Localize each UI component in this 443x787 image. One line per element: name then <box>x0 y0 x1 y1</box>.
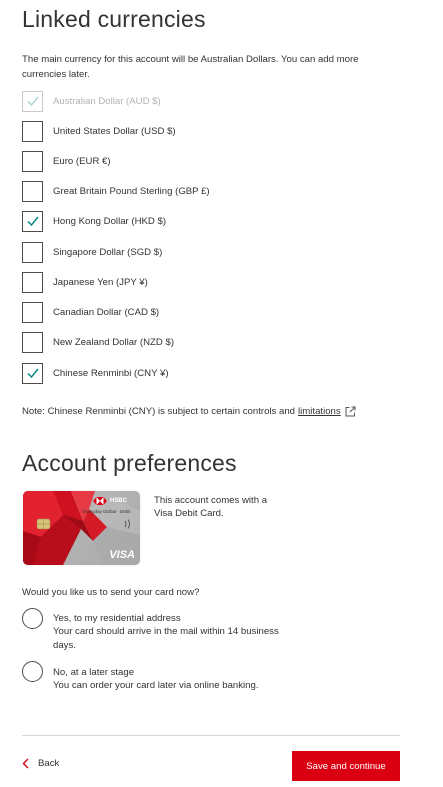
currency-label: Great Britain Pound Sterling (GBP £) <box>53 185 210 197</box>
currency-option-jpy[interactable]: Japanese Yen (JPY ¥) <box>22 271 148 293</box>
checkbox-nzd[interactable] <box>22 331 43 353</box>
radio-option-send-now[interactable]: Yes, to my residential address Your card… <box>22 608 283 653</box>
currency-label: Singapore Dollar (SGD $) <box>53 246 163 258</box>
currency-label: Canadian Dollar (CAD $) <box>53 306 160 318</box>
external-link-icon[interactable] <box>345 406 356 417</box>
checkbox-gbp[interactable] <box>22 180 43 202</box>
currency-label: Australian Dollar (AUD $) <box>53 95 161 107</box>
account-preferences-heading: Account preferences <box>22 450 237 476</box>
radio-send-now[interactable] <box>22 608 43 629</box>
limitations-link[interactable]: limitations <box>298 406 341 417</box>
currency-label: Chinese Renminbi (CNY ¥) <box>53 367 169 379</box>
visa-logo: VISA <box>109 549 135 561</box>
radio-option-later[interactable]: No, at a later stage You can order your … <box>22 661 283 693</box>
send-card-question: Would you like us to send your card now? <box>22 587 200 598</box>
note-text: Note: Chinese Renminbi (CNY) is subject … <box>22 406 296 417</box>
currency-option-usd[interactable]: United States Dollar (USD $) <box>22 120 176 142</box>
checkbox-jpy[interactable] <box>22 271 43 293</box>
radio-text: No, at a later stage You can order your … <box>53 666 283 693</box>
currency-option-aud: Australian Dollar (AUD $) <box>22 90 161 112</box>
checkbox-cad[interactable] <box>22 301 43 323</box>
radio-subtitle: You can order your card later via online… <box>53 680 259 691</box>
back-link[interactable]: Back <box>22 758 59 769</box>
checkbox-usd[interactable] <box>22 120 43 142</box>
linked-currencies-heading: Linked currencies <box>22 6 206 32</box>
radio-later[interactable] <box>22 661 43 682</box>
chevron-left-icon <box>22 758 29 769</box>
save-and-continue-button[interactable]: Save and continue <box>292 751 400 781</box>
checkbox-sgd[interactable] <box>22 241 43 263</box>
hsbc-logo: HSBC <box>93 497 127 505</box>
radio-title: Yes, to my residential address <box>53 613 181 624</box>
currency-label: United States Dollar (USD $) <box>53 125 176 137</box>
currency-option-cny[interactable]: Chinese Renminbi (CNY ¥) <box>22 362 169 384</box>
hsbc-hexagon-icon <box>93 497 107 505</box>
currency-option-nzd[interactable]: New Zealand Dollar (NZD $) <box>22 331 174 353</box>
card-brand: HSBC <box>110 498 128 504</box>
currency-option-hkd[interactable]: Hong Kong Dollar (HKD $) <box>22 210 166 232</box>
check-icon <box>27 216 39 227</box>
checkbox-hkd[interactable] <box>22 210 43 232</box>
currency-option-sgd[interactable]: Singapore Dollar (SGD $) <box>22 241 162 263</box>
footer-divider <box>22 735 400 736</box>
currency-label: Japanese Yen (JPY ¥) <box>53 276 148 288</box>
checkbox-aud <box>22 90 43 112</box>
currency-label: Euro (EUR €) <box>53 155 111 167</box>
card-description: This account comes with a Visa Debit Car… <box>154 495 268 519</box>
currency-option-cad[interactable]: Canadian Dollar (CAD $) <box>22 301 159 323</box>
currency-label: Hong Kong Dollar (HKD $) <box>53 215 167 227</box>
cny-note: Note: Chinese Renminbi (CNY) is subject … <box>22 406 356 417</box>
visa-debit-card-image: HSBC Everyday Global · Debit VISA <box>23 491 140 565</box>
radio-subtitle: Your card should arrive in the mail with… <box>53 626 279 651</box>
back-label: Back <box>38 758 60 769</box>
radio-text: Yes, to my residential address Your card… <box>53 612 283 653</box>
currency-option-gbp[interactable]: Great Britain Pound Sterling (GBP £) <box>22 180 210 202</box>
card-product: Everyday Global · Debit <box>83 509 131 514</box>
checkbox-eur[interactable] <box>22 150 43 172</box>
currency-option-eur[interactable]: Euro (EUR €) <box>22 150 111 172</box>
check-icon <box>27 96 39 107</box>
currency-label: New Zealand Dollar (NZD $) <box>53 336 175 348</box>
linked-currencies-intro: The main currency for this account will … <box>22 54 359 80</box>
check-icon <box>27 368 39 379</box>
radio-title: No, at a later stage <box>53 667 135 678</box>
checkbox-cny[interactable] <box>22 362 43 384</box>
